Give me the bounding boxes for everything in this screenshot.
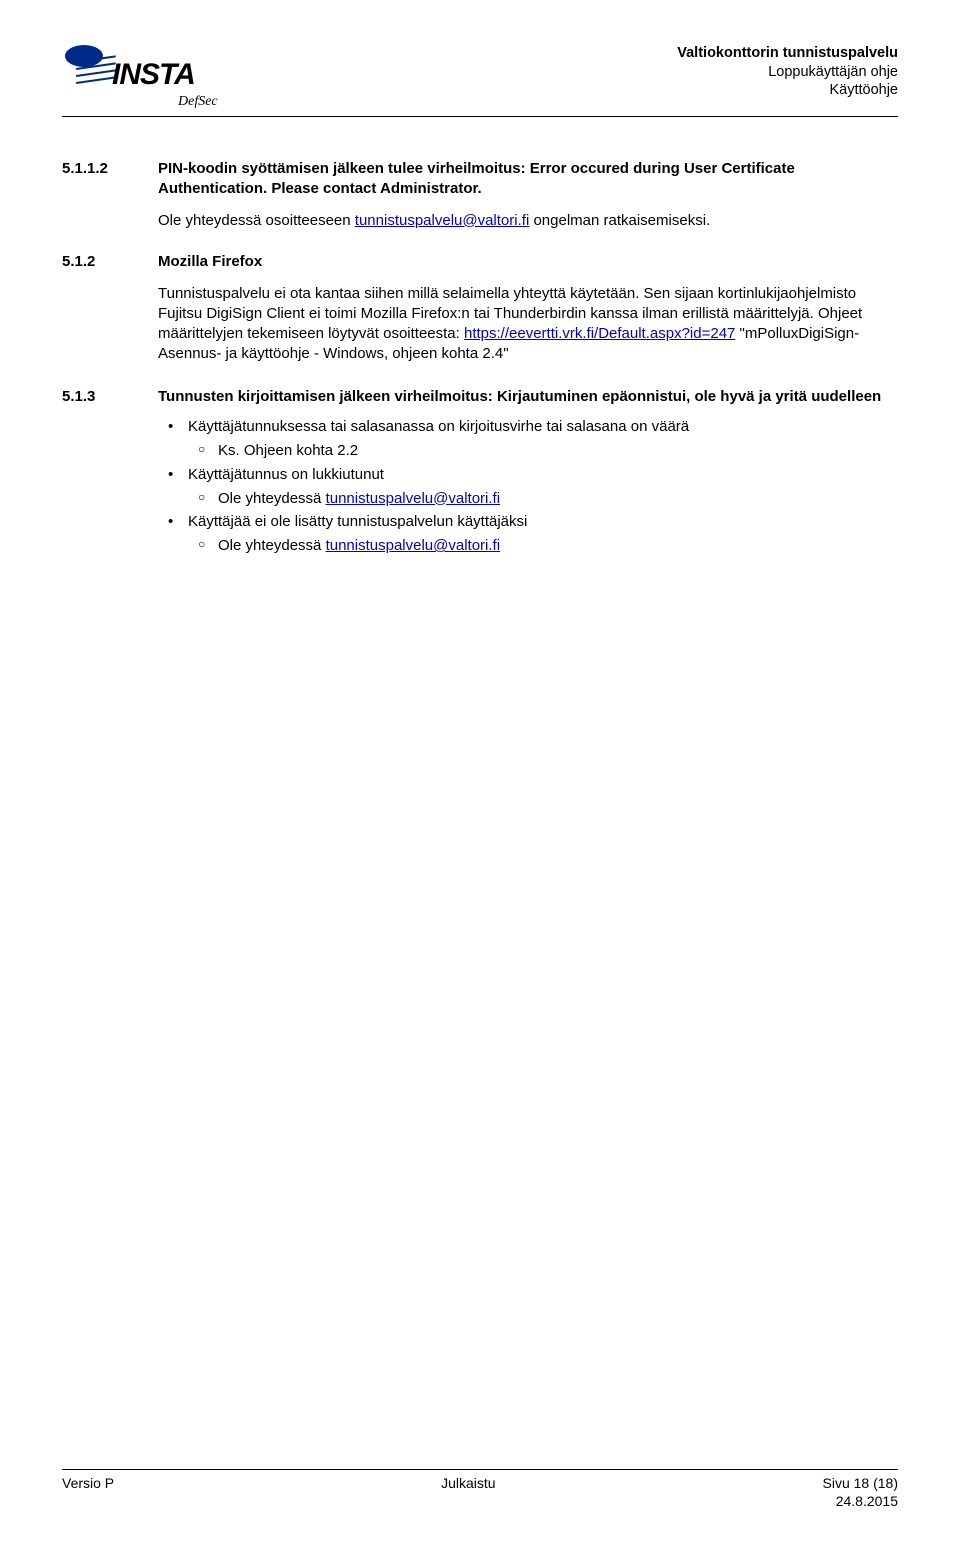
- section-5-1-1-2: 5.1.1.2 PIN-koodin syöttämisen jälkeen t…: [62, 159, 898, 230]
- section-title: PIN-koodin syöttämisen jälkeen tulee vir…: [158, 159, 898, 199]
- footer-date: 24.8.2015: [823, 1492, 898, 1510]
- bullet-list: Käyttäjätunnuksessa tai salasanassa on k…: [158, 417, 898, 556]
- page-header: INSTA DefSec Valtiokonttorin tunnistuspa…: [62, 42, 898, 117]
- email-link[interactable]: tunnistuspalvelu@valtori.fi: [326, 490, 500, 507]
- list-item: Käyttäjätunnuksessa tai salasanassa on k…: [158, 417, 898, 461]
- section-5-1-2: 5.1.2 Mozilla Firefox Tunnistuspalvelu e…: [62, 252, 898, 363]
- section-5-1-3: 5.1.3 Tunnusten kirjoittamisen jälkeen v…: [62, 387, 898, 560]
- email-link[interactable]: tunnistuspalvelu@valtori.fi: [355, 212, 529, 229]
- footer-left: Versio P: [62, 1474, 114, 1510]
- page-footer: Versio P Julkaistu Sivu 18 (18) 24.8.201…: [62, 1469, 898, 1510]
- footer-right: Sivu 18 (18) 24.8.2015: [823, 1474, 898, 1510]
- header-title-line3: Käyttöohje: [677, 81, 898, 100]
- content: 5.1.1.2 PIN-koodin syöttämisen jälkeen t…: [62, 159, 898, 560]
- header-title-line2: Loppukäyttäjän ohje: [677, 63, 898, 82]
- footer-page-number: Sivu 18 (18): [823, 1474, 898, 1492]
- sub-list-item: Ks. Ohjeen kohta 2.2: [188, 441, 898, 461]
- section-number: 5.1.1.2: [62, 159, 158, 230]
- section-number: 5.1.2: [62, 252, 158, 363]
- list-item: Käyttäjätunnus on lukkiutunut Ole yhteyd…: [158, 465, 898, 509]
- section-title: Tunnusten kirjoittamisen jälkeen virheil…: [158, 387, 898, 407]
- url-link[interactable]: https://eevertti.vrk.fi/Default.aspx?id=…: [464, 325, 735, 342]
- logo: INSTA DefSec: [62, 42, 234, 110]
- logo-subtitle: DefSec: [178, 94, 234, 110]
- section-title: Mozilla Firefox: [158, 252, 898, 272]
- sub-list-item: Ole yhteydessä tunnistuspalvelu@valtori.…: [188, 536, 898, 556]
- footer-center: Julkaistu: [441, 1474, 495, 1510]
- section-paragraph: Tunnistuspalvelu ei ota kantaa siihen mi…: [158, 284, 898, 363]
- svg-text:INSTA: INSTA: [112, 58, 195, 91]
- section-number: 5.1.3: [62, 387, 158, 560]
- list-item: Käyttäjää ei ole lisätty tunnistuspalvel…: [158, 512, 898, 556]
- header-title-line1: Valtiokonttorin tunnistuspalvelu: [677, 44, 898, 63]
- sub-list-item: Ole yhteydessä tunnistuspalvelu@valtori.…: [188, 489, 898, 509]
- insta-logo-icon: INSTA: [62, 42, 234, 98]
- header-right: Valtiokonttorin tunnistuspalvelu Loppukä…: [677, 42, 898, 100]
- email-link[interactable]: tunnistuspalvelu@valtori.fi: [326, 537, 500, 554]
- section-paragraph: Ole yhteydessä osoitteeseen tunnistuspal…: [158, 211, 898, 231]
